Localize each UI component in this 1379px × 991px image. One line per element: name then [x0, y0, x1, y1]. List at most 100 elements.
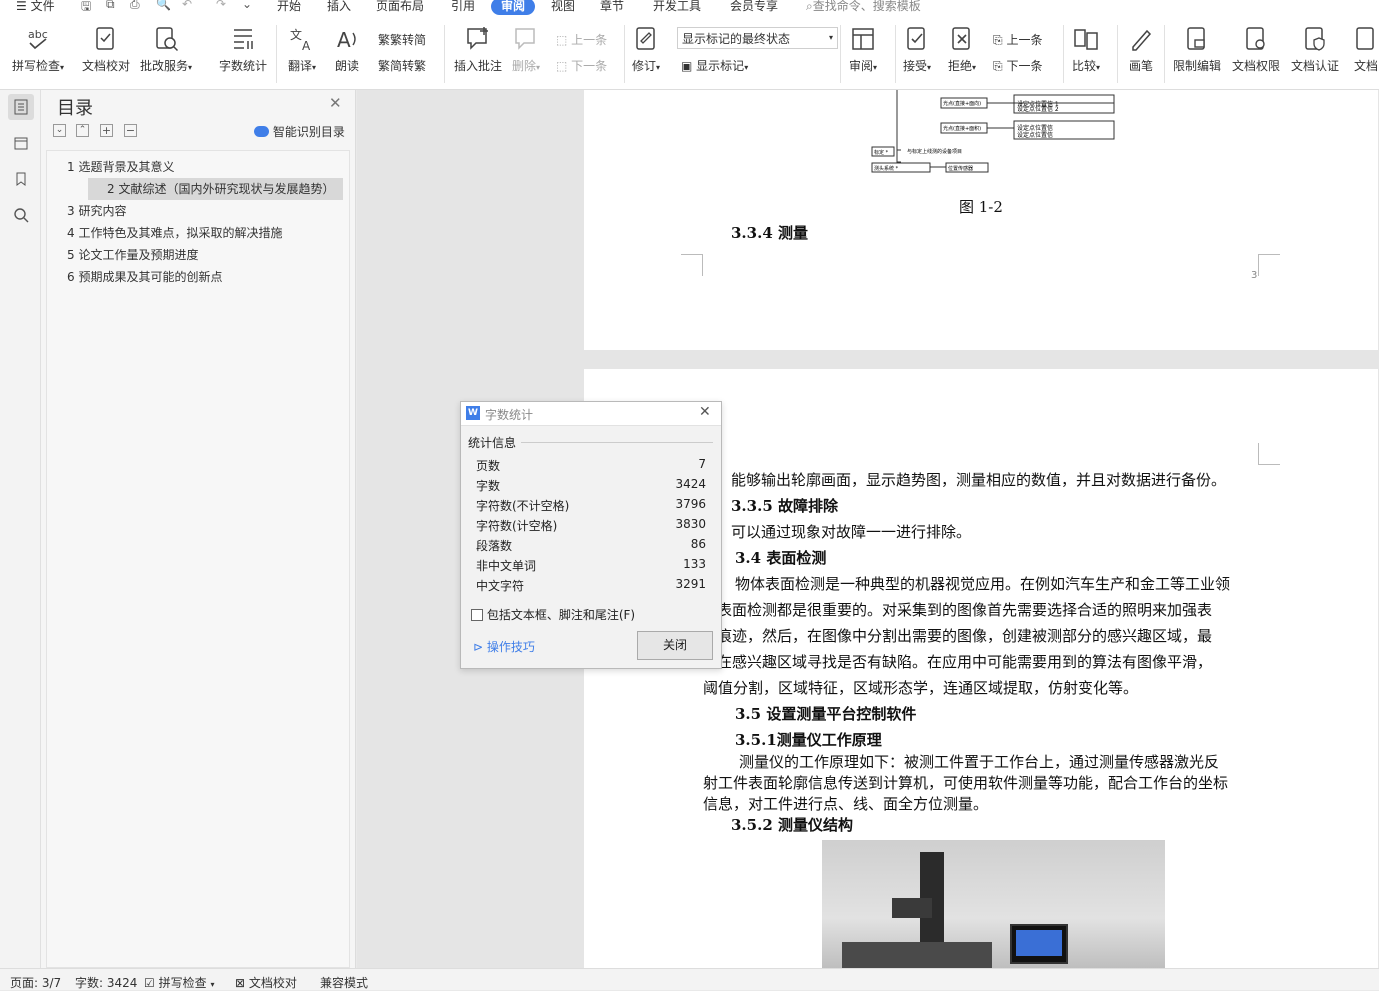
insert-comment-button[interactable]: 插入批注	[454, 25, 502, 74]
diagram-b4: 光点(直接+面积)	[943, 125, 981, 132]
translate-button[interactable]: 文A 翻译▾	[288, 25, 316, 74]
collapse-icon[interactable]: −	[124, 124, 137, 137]
track-changes-button[interactable]: 修订▾	[632, 25, 660, 74]
page-indicator[interactable]: 页面: 3/7	[10, 974, 61, 991]
reject-button[interactable]: 拒绝▾	[948, 25, 976, 74]
show-markup-icon: ▣	[681, 59, 693, 73]
tab-reference[interactable]: 引用	[451, 0, 475, 14]
toc-item-selected[interactable]: 2 文献综述（国内外研究现状与发展趋势）	[88, 178, 343, 200]
stat-value: 133	[683, 557, 706, 571]
status-spell-label: 拼写检查	[158, 976, 207, 990]
next-comment-button[interactable]: ⬚ 下一条	[556, 57, 607, 74]
stat-value: 3291	[675, 577, 706, 591]
tab-layout[interactable]: 页面布局	[376, 0, 424, 14]
status-proofread[interactable]: ⊠ 文档校对	[235, 974, 297, 991]
toc-nav-icon[interactable]	[8, 94, 34, 120]
stat-row: 段落数 86	[476, 537, 706, 554]
spell-check-label: 拼写检查	[12, 59, 61, 73]
smart-toc-button[interactable]: 智能识别目录	[254, 123, 345, 140]
stat-label: 段落数	[476, 539, 513, 553]
spell-check-icon: abc	[24, 25, 52, 53]
page-number: 3	[1251, 270, 1258, 281]
tab-member[interactable]: 会员专享	[730, 0, 778, 14]
prev-change-button[interactable]: ⎘ 上一条	[993, 31, 1042, 48]
paragraph-line: 信息，对工件进行点、线、面全方位测量。	[703, 795, 989, 813]
s2t-button[interactable]: 繁简转繁	[378, 57, 426, 74]
undo-icon[interactable]: ↶	[182, 0, 192, 11]
toc-item[interactable]: 5 论文工作量及预期进度	[47, 244, 347, 266]
status-bar: 页面: 3/7 字数: 3424 ☑ 拼写检查 ▾ ⊠ 文档校对 兼容模式	[0, 968, 1379, 990]
close-icon[interactable]: ✕	[329, 94, 342, 112]
pen-icon	[1127, 25, 1155, 53]
stat-label: 字数	[476, 479, 501, 493]
preview-icon[interactable]: 🔍	[156, 0, 171, 11]
spell-check-button[interactable]: abc 拼写检查▾	[12, 25, 64, 74]
doc-permission-button[interactable]: 文档权限	[1232, 25, 1280, 74]
tips-link[interactable]: ⊳ 操作技巧	[473, 638, 535, 655]
read-aloud-button[interactable]: A 朗读	[333, 25, 361, 74]
doc-auth-label: 文档认证	[1291, 59, 1340, 73]
ink-button[interactable]: 画笔	[1127, 25, 1155, 74]
status-spell-check[interactable]: ☑ 拼写检查 ▾	[144, 974, 214, 991]
next-change-button[interactable]: ⎘ 下一条	[993, 57, 1042, 74]
toc-item[interactable]: 4 工作特色及其难点，拟采取的解决措施	[47, 222, 327, 244]
command-search[interactable]: ⌕查找命令、搜索模板	[806, 0, 921, 14]
instrument-base	[842, 942, 992, 970]
monitor-screen	[1016, 930, 1062, 956]
print-icon[interactable]: ⎙	[130, 0, 140, 12]
instrument-photo	[822, 840, 1165, 970]
word-count-indicator[interactable]: 字数: 3424	[75, 974, 137, 991]
export-icon[interactable]: ⧉	[106, 0, 115, 12]
expand-icon[interactable]: +	[100, 124, 113, 137]
redo-icon[interactable]: ↷	[216, 0, 226, 11]
tab-review[interactable]: 审阅	[491, 0, 536, 15]
toc-item[interactable]: 1 选题背景及其意义	[47, 156, 307, 178]
doc-auth-button[interactable]: 文档认证	[1291, 25, 1339, 74]
toc-item[interactable]: 6 预期成果及其可能的创新点	[47, 266, 347, 288]
restrict-edit-button[interactable]: 限制编辑	[1173, 25, 1221, 74]
flow-diagram: 设定点位置信 1 设定点位置信 2 设定点位置信 设定点位置信 光点(直接+面向…	[871, 90, 1115, 173]
batch-service-button[interactable]: 批改服务▾	[140, 25, 192, 74]
chapter-nav-icon[interactable]	[8, 130, 34, 156]
accept-button[interactable]: 接受▾	[903, 25, 931, 74]
paragraph-line: 测量仪的工作原理如下：被测工件置于工作台上，通过测量传感器激光反	[739, 753, 1220, 771]
compare-button[interactable]: 比较▾	[1072, 25, 1100, 74]
tab-section[interactable]: 章节	[600, 0, 624, 14]
bookmark-icon[interactable]	[8, 166, 34, 192]
diagram-link: 与标定上线测的设备项目	[907, 148, 962, 155]
review-pane-button[interactable]: 审阅▾	[849, 25, 877, 74]
customize-icon[interactable]: ⌄	[242, 0, 252, 11]
show-markup-button[interactable]: ▣ 显示标记▾	[681, 57, 748, 74]
toc-title: 目录	[57, 98, 93, 119]
checkbox-box	[471, 609, 483, 621]
expand-up-icon[interactable]: ⌃	[76, 124, 89, 137]
prev-comment-button[interactable]: ⬚ 上一条	[556, 31, 607, 48]
file-menu[interactable]: ☰ 文件	[16, 0, 55, 14]
tips-label: 操作技巧	[486, 640, 535, 654]
svg-text:A: A	[302, 39, 311, 53]
tab-view[interactable]: 视图	[551, 0, 575, 14]
markup-state-select[interactable]: 显示标记的最终状态 ▾	[677, 27, 838, 49]
paragraph: 可以通过现象对故障一一进行排除。	[731, 523, 972, 541]
menu-bar: ☰ 文件 🖫 ⧉ ⎙ 🔍 ↶ ↷ ⌄ 开始 插入 页面布局 引用 审阅 视图 章…	[0, 0, 1379, 15]
t2s-button[interactable]: 繁繁转简	[378, 31, 426, 48]
comment-icon	[464, 25, 492, 53]
close-icon[interactable]: ✕	[699, 404, 711, 420]
collapse-all-icon[interactable]: ⌄	[53, 124, 66, 137]
proofread-button[interactable]: 文档校对	[82, 25, 130, 74]
stat-label: 字符数(不计空格)	[476, 499, 570, 513]
word-count-button[interactable]: 字数统计	[219, 25, 267, 74]
tab-start[interactable]: 开始	[277, 0, 301, 14]
doc-more-button[interactable]: 文档	[1352, 25, 1379, 74]
file-menu-label: 文件	[30, 0, 55, 13]
include-textbox-checkbox[interactable]: 包括文本框、脚注和尾注(F)	[471, 606, 635, 623]
close-button[interactable]: 关闭	[637, 631, 713, 660]
stat-row: 非中文单词 133	[476, 557, 706, 574]
tab-devtools[interactable]: 开发工具	[653, 0, 701, 14]
toc-item[interactable]: 3 研究内容	[47, 200, 347, 222]
compat-mode: 兼容模式	[320, 976, 369, 990]
page-3-bottom: 设定点位置信 1 设定点位置信 2 设定点位置信 设定点位置信 光点(直接+面向…	[584, 90, 1378, 350]
delete-comment-button[interactable]: 删除▾	[512, 25, 540, 74]
tab-insert[interactable]: 插入	[327, 0, 351, 14]
search-icon[interactable]	[8, 202, 34, 228]
